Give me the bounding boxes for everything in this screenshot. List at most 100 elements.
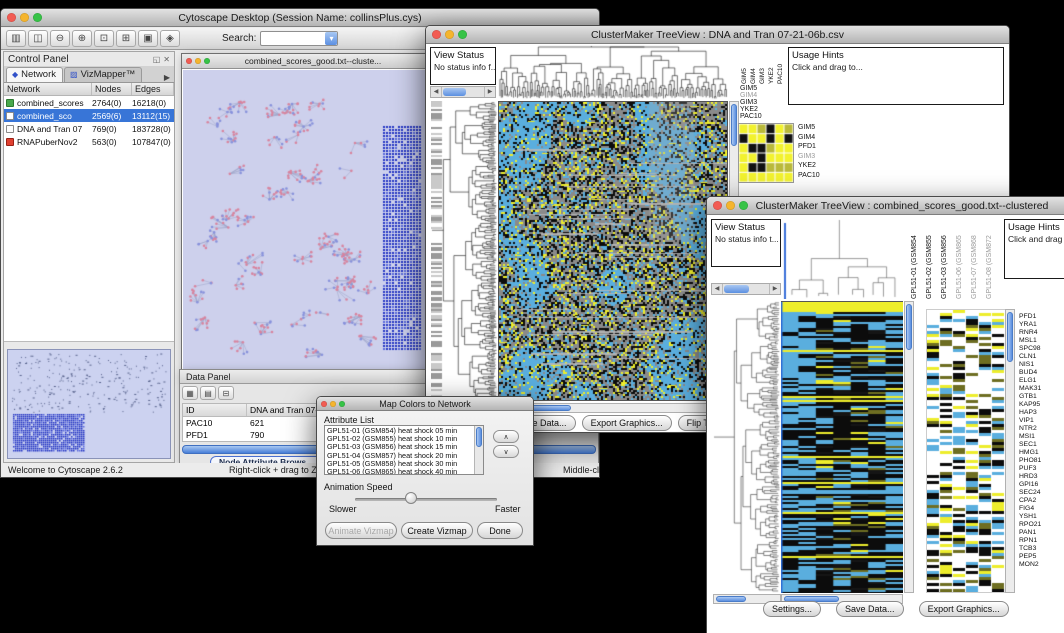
gene-label[interactable]: MAK31	[1019, 385, 1064, 393]
column-label[interactable]: GIM3	[758, 45, 767, 84]
row-dendrogram-canvas[interactable]	[713, 301, 781, 593]
scroll-thumb[interactable]	[443, 88, 466, 96]
close-icon[interactable]	[713, 201, 722, 210]
gene-label[interactable]: PHO81	[1019, 457, 1064, 465]
dendrogram-scrollbar[interactable]: ◀ ▶	[711, 283, 781, 295]
float-panel-icon[interactable]: ◱	[153, 55, 161, 64]
scroll-track[interactable]	[441, 87, 485, 97]
maximize-icon[interactable]	[204, 58, 210, 64]
heatmap-canvas[interactable]	[498, 101, 728, 401]
gene-label[interactable]: ELG1	[1019, 377, 1064, 385]
scroll-thumb[interactable]	[1007, 312, 1013, 362]
gene-label[interactable]: CLN1	[1019, 353, 1064, 361]
column-header[interactable]: Network	[4, 83, 92, 95]
maximize-icon[interactable]	[739, 201, 748, 210]
row-label[interactable]: PAC10	[740, 113, 762, 120]
gene-label[interactable]: YSH1	[1019, 513, 1064, 521]
control-panel-tab[interactable]: ▨ VizMapper™	[64, 67, 142, 82]
gene-label[interactable]: YRA1	[1019, 321, 1064, 329]
maximize-icon[interactable]	[339, 401, 345, 407]
gene-label[interactable]: FIG4	[1019, 505, 1064, 513]
slider-thumb[interactable]	[405, 492, 417, 504]
gene-label[interactable]: KAP95	[1019, 401, 1064, 409]
gene-label[interactable]: PFD1	[798, 142, 820, 152]
zoom-fit-icon[interactable]: ⊞	[116, 30, 136, 47]
zoom-out-icon[interactable]: ⊖	[50, 30, 70, 47]
column-label[interactable]: YKE2	[767, 45, 776, 84]
close-icon[interactable]	[321, 401, 327, 407]
vizmap-icon[interactable]: ◈	[160, 30, 180, 47]
row-label[interactable]: GIM5	[740, 85, 762, 92]
move-down-button[interactable]: ∨	[493, 445, 519, 458]
search-input[interactable]	[260, 31, 338, 46]
attribute-table-icon[interactable]: ▦	[182, 386, 198, 400]
close-icon[interactable]	[186, 58, 192, 64]
gene-label[interactable]: SPC98	[1019, 345, 1064, 353]
column-label[interactable]: GPL51-08 (GSM872	[982, 217, 997, 299]
network-view-canvas[interactable]	[183, 70, 429, 376]
RNAPuberNov2-icon[interactable]: RNAPuberNov2 563(0) 107847(0)	[4, 135, 174, 148]
gene-label[interactable]: PAN1	[1019, 529, 1064, 537]
column-header[interactable]: Edges	[132, 83, 174, 95]
gene-label[interactable]: GPI16	[1019, 481, 1064, 489]
dendrogram-scrollbar[interactable]: ◀ ▶	[430, 86, 496, 98]
gene-label[interactable]: YKE2	[798, 161, 820, 171]
gene-label[interactable]: PEP5	[1019, 553, 1064, 561]
column-dendrogram-canvas[interactable]	[783, 219, 903, 299]
gene-label[interactable]: GIM5	[798, 123, 820, 133]
global-heatmap-canvas[interactable]	[926, 309, 1006, 593]
gene-label[interactable]: CPA2	[1019, 497, 1064, 505]
column-label[interactable]: GIM5	[740, 45, 749, 84]
global-vertical-scrollbar[interactable]	[1005, 309, 1015, 593]
column-label[interactable]: GPL51-02 (GSM855	[922, 217, 937, 299]
gene-label[interactable]: TCB3	[1019, 545, 1064, 553]
column-label[interactable]: GIM4	[749, 45, 758, 84]
close-panel-icon[interactable]: ✕	[163, 55, 170, 64]
close-icon[interactable]	[432, 30, 441, 39]
scroll-track[interactable]	[722, 284, 770, 294]
combined_scores-icon[interactable]: combined_scores 2764(0) 16218(0)	[4, 96, 174, 109]
zoom-in-icon[interactable]: ⊕	[72, 30, 92, 47]
treeview-button[interactable]: Save Data...	[836, 601, 904, 617]
gene-label[interactable]: RPO21	[1019, 521, 1064, 529]
gene-label[interactable]: BUD4	[1019, 369, 1064, 377]
move-up-button[interactable]: ∧	[493, 430, 519, 443]
DNA and Tran 07-icon[interactable]: DNA and Tran 07 769(0) 183728(0)	[4, 122, 174, 135]
gene-label[interactable]: RNR4	[1019, 329, 1064, 337]
maximize-icon[interactable]	[458, 30, 467, 39]
annotation-icon[interactable]: ▣	[138, 30, 158, 47]
network-view-titlebar[interactable]: combined_scores_good.txt--cluste...	[182, 54, 430, 69]
column-label[interactable]: GPL51-06 (GSM865	[952, 217, 967, 299]
gene-label[interactable]: GIM3	[798, 152, 820, 162]
gene-label[interactable]: MON2	[1019, 561, 1064, 569]
maximize-icon[interactable]	[33, 13, 42, 22]
treeview-button[interactable]: Export Graphics...	[582, 415, 672, 431]
scroll-left-icon[interactable]: ◀	[431, 87, 441, 97]
heatmap-vertical-scrollbar[interactable]	[904, 301, 914, 593]
dialog-titlebar[interactable]: Map Colors to Network	[317, 397, 533, 411]
gene-label[interactable]: GTB1	[1019, 393, 1064, 401]
scroll-thumb[interactable]	[906, 304, 912, 350]
minimize-icon[interactable]	[330, 401, 336, 407]
column-dendrogram-canvas[interactable]	[498, 45, 728, 100]
attribute-list[interactable]: GPL51-01 (GSM854) heat shock 05 minGPL51…	[324, 425, 484, 475]
gene-label[interactable]: PUF3	[1019, 465, 1064, 473]
gene-label[interactable]: RPN1	[1019, 537, 1064, 545]
column-label[interactable]: GPL51-07 (GSM868	[967, 217, 982, 299]
minimize-icon[interactable]	[445, 30, 454, 39]
gene-label[interactable]: GIM4	[798, 133, 820, 143]
column-header[interactable]: Nodes	[92, 83, 132, 95]
close-icon[interactable]	[7, 13, 16, 22]
attribute-select-icon[interactable]: ▤	[200, 386, 216, 400]
column-label[interactable]: GPL51-01 (GSM854	[907, 217, 922, 299]
gene-label[interactable]: HAP3	[1019, 409, 1064, 417]
done-button[interactable]: Done	[477, 522, 523, 539]
gene-label[interactable]: SEC1	[1019, 441, 1064, 449]
treeview-button[interactable]: Export Graphics...	[919, 601, 1009, 617]
treeview-titlebar[interactable]: ClusterMaker TreeView : combined_scores_…	[707, 197, 1064, 215]
network-overview-thumbnail[interactable]	[7, 349, 171, 459]
row-dendrogram-canvas[interactable]	[431, 101, 498, 401]
gene-label[interactable]: NIS1	[1019, 361, 1064, 369]
attribute-delete-icon[interactable]: ⊟	[218, 386, 234, 400]
row-label[interactable]: GIM4	[740, 92, 762, 99]
